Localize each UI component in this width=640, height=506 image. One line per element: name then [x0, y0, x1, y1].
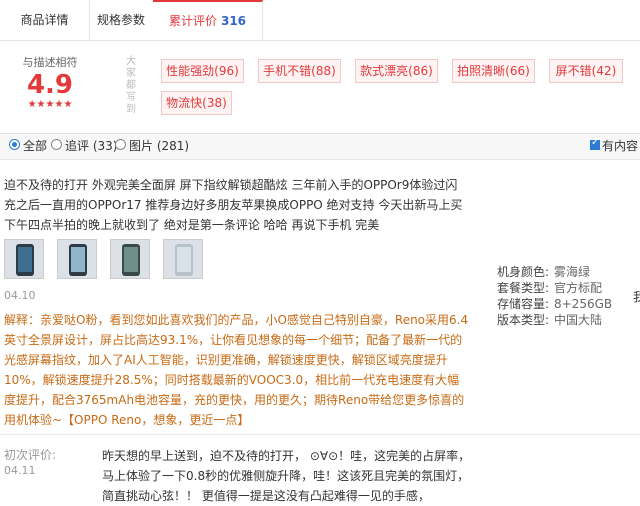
- tag-good-screen[interactable]: 屏不错(42): [549, 59, 623, 83]
- tab-specifications[interactable]: 规格参数: [89, 0, 154, 40]
- review-filter-bar: 全部 追评 (33) 图片 (281) 有内容: [0, 133, 640, 160]
- review-text: 迫不及待的打开 外观完美全面屏 屏下指纹解锁超酷炫 三年前入手的OPPOr9体验…: [4, 178, 463, 232]
- spec-color-value: 雾海绿: [554, 265, 591, 279]
- first-review-text: 昨天想的早上送到，迫不及待的打开， ⊙∀⊙！哇，这完美的占屏率，马上体验了一下0…: [102, 449, 471, 503]
- spec-storage-value: 8+256GB: [554, 297, 613, 311]
- tab-product-details[interactable]: 商品详情: [0, 0, 90, 40]
- divider: [0, 434, 640, 435]
- tag-good-phone[interactable]: 手机不错(88): [258, 59, 341, 83]
- spec-version-key: 版本类型:: [497, 313, 550, 327]
- review-date: 04.10: [4, 289, 36, 302]
- tab-reviews-label: 累计评价: [168, 14, 217, 28]
- rating-summary: 与描述相符 4.9 ★★★★★: [0, 48, 100, 116]
- tag-beautiful-design[interactable]: 款式漂亮(86): [355, 59, 438, 83]
- seller-reply: 解释：亲爱哒O粉，看到您如此喜欢我们的产品，小O感觉自己特别自豪，Reno采用6…: [4, 313, 469, 427]
- clipped-text: 我: [633, 290, 640, 304]
- filter-images-radio[interactable]: [115, 139, 126, 150]
- review-count: 316: [220, 14, 247, 28]
- tags-side-label: 大家都写到: [126, 56, 136, 115]
- tag-performance[interactable]: 性能强劲(96): [161, 59, 244, 83]
- tab-bar: 商品详情 规格参数 累计评价 316: [0, 0, 640, 41]
- first-review-date: 04.11: [4, 464, 36, 477]
- spec-bundle-value: 官方标配: [554, 281, 603, 295]
- review-photo-1[interactable]: [4, 239, 44, 279]
- first-review-label: 初次评价:: [4, 448, 57, 462]
- spec-version-value: 中国大陆: [554, 313, 603, 327]
- tab-reviews[interactable]: 累计评价 316: [153, 0, 263, 40]
- review-photo-4[interactable]: [163, 239, 203, 279]
- filter-all-label[interactable]: 全部: [23, 134, 47, 158]
- rating-label: 与描述相符: [22, 56, 78, 69]
- filter-followup-label[interactable]: 追评 (33): [65, 134, 117, 158]
- filter-all-radio[interactable]: [9, 139, 20, 150]
- tag-clear-photos[interactable]: 拍照清晰(66): [452, 59, 535, 83]
- spec-version: 版本类型: 中国大陆: [497, 310, 602, 330]
- filter-followup-radio[interactable]: [51, 139, 62, 150]
- review-photo-2[interactable]: [57, 239, 97, 279]
- has-content-checkbox[interactable]: [590, 137, 600, 150]
- tag-fast-shipping[interactable]: 物流快(38): [161, 91, 232, 115]
- filter-images-label[interactable]: 图片 (281): [129, 134, 189, 158]
- has-content-label[interactable]: 有内容: [602, 134, 638, 158]
- review-photo-3[interactable]: [110, 239, 150, 279]
- rating-score: 4.9: [26, 70, 74, 100]
- rating-stars-icon: ★★★★★: [27, 99, 73, 110]
